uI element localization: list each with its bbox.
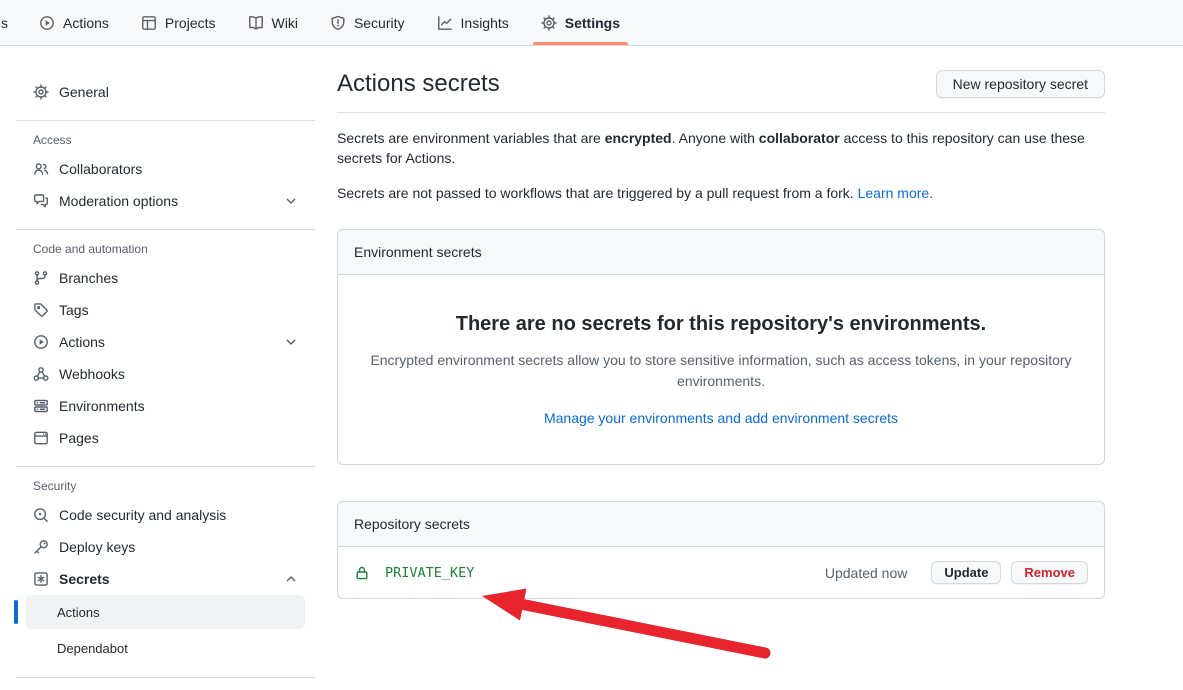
- intro-bold-collaborator: collaborator: [759, 130, 840, 146]
- sidebar-item-webhooks[interactable]: Webhooks: [16, 358, 315, 390]
- actions-secrets-panel: Actions secrets New repository secret Se…: [337, 46, 1105, 599]
- fork-note-paragraph: Secrets are not passed to workflows that…: [337, 183, 1105, 203]
- git-branch-icon: [33, 270, 49, 286]
- sidebar-divider: [16, 466, 315, 467]
- sidebar-divider: [16, 120, 315, 121]
- browser-icon: [33, 430, 49, 446]
- sidebar-section-security: Security: [16, 479, 315, 493]
- sidebar-item-label: Branches: [59, 270, 118, 286]
- codescan-icon: [33, 507, 49, 523]
- sidebar-item-branches[interactable]: Branches: [16, 262, 315, 294]
- partial-tab-fragment[interactable]: s: [1, 15, 9, 31]
- sidebar-item-deploy-keys[interactable]: Deploy keys: [16, 531, 315, 563]
- sidebar-item-label: Webhooks: [59, 366, 125, 382]
- chevron-down-icon: [283, 193, 299, 209]
- sidebar-subitem-label: Actions: [57, 605, 100, 620]
- graph-icon: [437, 15, 453, 31]
- sidebar-section-access: Access: [16, 133, 315, 147]
- sidebar-item-general[interactable]: General: [16, 76, 315, 108]
- people-icon: [33, 161, 49, 177]
- comment-discussion-icon: [33, 193, 49, 209]
- secret-name: PRIVATE_KEY: [385, 565, 474, 581]
- tab-label: Wiki: [272, 15, 298, 31]
- sidebar-item-label: Actions: [59, 334, 105, 350]
- secrets-intro-paragraph: Secrets are environment variables that a…: [337, 128, 1105, 168]
- secret-row: PRIVATE_KEY Updated now Update Remove: [338, 547, 1104, 598]
- page-title: Actions secrets: [337, 70, 500, 98]
- sidebar-item-tags[interactable]: Tags: [16, 294, 315, 326]
- webhook-icon: [33, 366, 49, 382]
- chevron-down-icon: [283, 334, 299, 350]
- shield-icon: [330, 15, 346, 31]
- manage-environments-link[interactable]: Manage your environments and add environ…: [544, 410, 898, 426]
- play-icon: [39, 15, 55, 31]
- sidebar-item-label: Environments: [59, 398, 145, 414]
- remove-secret-button[interactable]: Remove: [1011, 561, 1088, 584]
- tab-label: Settings: [565, 15, 620, 31]
- new-repository-secret-button[interactable]: New repository secret: [936, 70, 1105, 98]
- tab-label: Insights: [461, 15, 509, 31]
- learn-more-link[interactable]: Learn more: [858, 185, 930, 201]
- server-icon: [33, 398, 49, 414]
- environment-secrets-blankslate: There are no secrets for this repository…: [338, 275, 1104, 464]
- repository-secrets-box: Repository secrets PRIVATE_KEY Updated n…: [337, 501, 1105, 599]
- repository-secrets-header: Repository secrets: [338, 502, 1104, 547]
- sidebar-item-label: General: [59, 84, 109, 100]
- intro-text: .: [929, 185, 933, 201]
- intro-text: Secrets are environment variables that a…: [337, 130, 605, 146]
- sidebar-item-label: Secrets: [59, 571, 110, 587]
- environment-secrets-box: Environment secrets There are no secrets…: [337, 229, 1105, 465]
- gear-icon: [33, 84, 49, 100]
- tab-settings[interactable]: Settings: [533, 0, 628, 45]
- secret-updated-timestamp: Updated now: [825, 565, 908, 581]
- header-divider: [337, 112, 1105, 113]
- tab-actions[interactable]: Actions: [31, 0, 117, 45]
- gear-icon: [541, 15, 557, 31]
- tab-wiki[interactable]: Wiki: [240, 0, 306, 45]
- sidebar-subitem-label: Dependabot: [57, 641, 128, 656]
- sidebar-item-label: Tags: [59, 302, 89, 318]
- tab-security[interactable]: Security: [322, 0, 413, 45]
- sidebar-divider: [16, 229, 315, 230]
- sidebar-item-collaborators[interactable]: Collaborators: [16, 153, 315, 185]
- sidebar-item-environments[interactable]: Environments: [16, 390, 315, 422]
- sidebar-item-label: Pages: [59, 430, 99, 446]
- intro-text: Secrets are not passed to workflows that…: [337, 185, 858, 201]
- tag-icon: [33, 302, 49, 318]
- sidebar-divider: [16, 677, 315, 678]
- environment-secrets-header: Environment secrets: [338, 230, 1104, 275]
- tab-projects[interactable]: Projects: [133, 0, 224, 45]
- chevron-up-icon: [283, 571, 299, 587]
- key-icon: [33, 539, 49, 555]
- table-icon: [141, 15, 157, 31]
- tab-label: Projects: [165, 15, 216, 31]
- blankslate-description: Encrypted environment secrets allow you …: [350, 350, 1092, 392]
- sidebar-subitem-secrets-dependabot[interactable]: Dependabot: [26, 631, 305, 665]
- tab-label: Security: [354, 15, 405, 31]
- tab-label: Actions: [63, 15, 109, 31]
- sidebar-item-label: Code security and analysis: [59, 507, 226, 523]
- play-icon: [33, 334, 49, 350]
- update-secret-button[interactable]: Update: [931, 561, 1001, 584]
- sidebar-item-secrets[interactable]: Secrets: [16, 563, 315, 595]
- tab-insights[interactable]: Insights: [429, 0, 517, 45]
- sidebar-item-actions[interactable]: Actions: [16, 326, 315, 358]
- sidebar-item-label: Moderation options: [59, 193, 178, 209]
- book-icon: [248, 15, 264, 31]
- intro-text: . Anyone with: [672, 130, 759, 146]
- repo-tab-bar: s Actions Projects Wiki Security Insight…: [0, 0, 1183, 46]
- intro-bold-encrypted: encrypted: [605, 130, 672, 146]
- sidebar-item-pages[interactable]: Pages: [16, 422, 315, 454]
- sidebar-item-code-security-and-analysis[interactable]: Code security and analysis: [16, 499, 315, 531]
- asterisk-box-icon: [33, 571, 49, 587]
- blankslate-title: There are no secrets for this repository…: [350, 313, 1092, 336]
- sidebar-section-code-and-automation: Code and automation: [16, 242, 315, 256]
- lock-icon: [354, 565, 370, 581]
- sidebar-item-moderation-options[interactable]: Moderation options: [16, 185, 315, 217]
- settings-sidebar: General Access Collaborators Moderation …: [0, 46, 315, 690]
- sidebar-item-label: Collaborators: [59, 161, 142, 177]
- sidebar-item-label: Deploy keys: [59, 539, 135, 555]
- sidebar-subitem-secrets-actions[interactable]: Actions: [26, 595, 305, 629]
